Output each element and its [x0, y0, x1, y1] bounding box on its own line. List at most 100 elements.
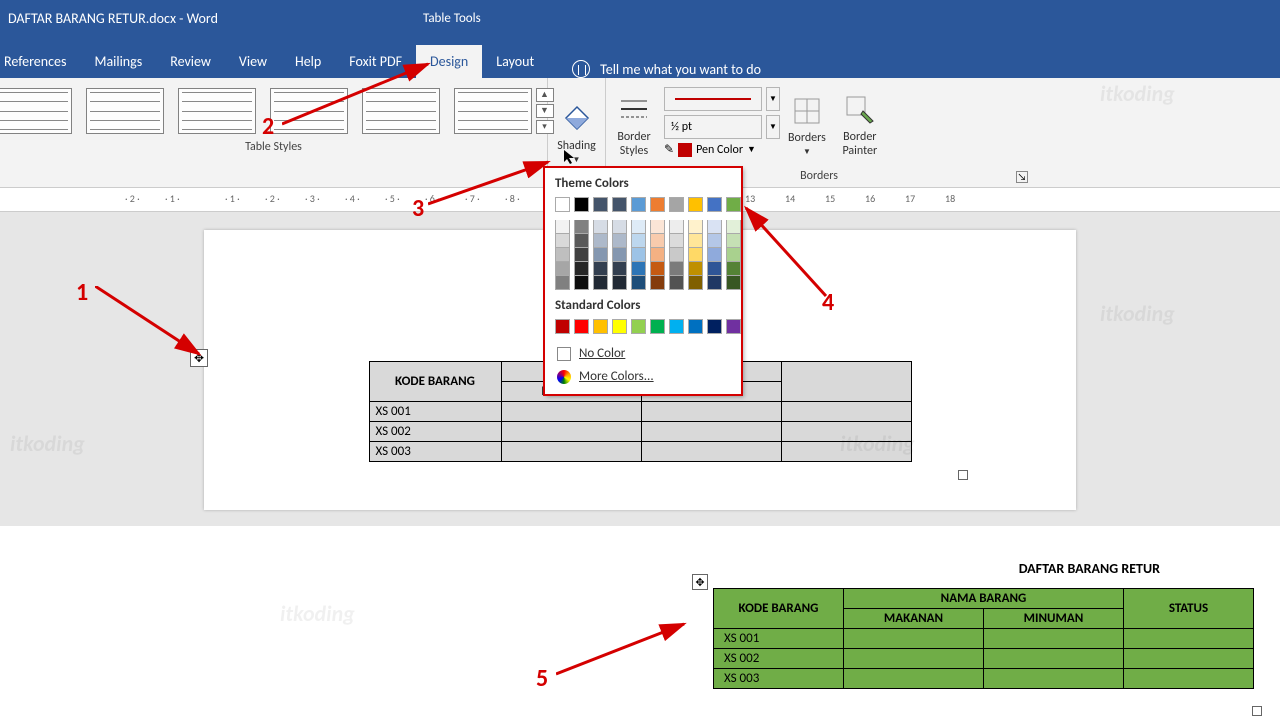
- color-swatch[interactable]: [707, 248, 722, 262]
- color-swatch[interactable]: [631, 220, 646, 234]
- color-swatch[interactable]: [631, 276, 646, 290]
- cell[interactable]: [641, 442, 781, 462]
- color-swatch[interactable]: [593, 220, 608, 234]
- color-swatch[interactable]: [726, 319, 741, 334]
- color-swatch[interactable]: [555, 262, 570, 276]
- color-swatch[interactable]: [669, 197, 684, 212]
- pen-color-selector[interactable]: ✎ Pen Color ▼: [664, 142, 756, 157]
- color-swatch[interactable]: [612, 234, 627, 248]
- color-swatch[interactable]: [593, 197, 608, 212]
- cell[interactable]: [781, 442, 911, 462]
- tab-mailings[interactable]: Mailings: [80, 45, 156, 78]
- color-swatch[interactable]: [555, 319, 570, 334]
- cell[interactable]: [1124, 629, 1254, 649]
- color-swatch[interactable]: [650, 248, 665, 262]
- color-swatch[interactable]: [555, 220, 570, 234]
- color-swatch[interactable]: [688, 197, 703, 212]
- border-style-selector[interactable]: ▼: [660, 84, 780, 114]
- color-swatch[interactable]: [726, 234, 741, 248]
- table-move-handle[interactable]: ✥: [190, 349, 208, 367]
- color-swatch[interactable]: [574, 220, 589, 234]
- color-swatch[interactable]: [707, 234, 722, 248]
- color-swatch[interactable]: [707, 197, 722, 212]
- color-swatch[interactable]: [650, 197, 665, 212]
- color-swatch[interactable]: [650, 319, 665, 334]
- color-swatch[interactable]: [555, 248, 570, 262]
- preview-move-handle[interactable]: ✥: [692, 574, 708, 590]
- color-swatch[interactable]: [669, 319, 684, 334]
- cell[interactable]: [501, 402, 641, 422]
- cell[interactable]: [844, 649, 984, 669]
- color-swatch[interactable]: [555, 234, 570, 248]
- borders-button[interactable]: Borders ▼: [780, 80, 834, 169]
- th-kode[interactable]: KODE BARANG: [714, 589, 844, 629]
- color-swatch[interactable]: [726, 276, 741, 290]
- color-swatch[interactable]: [574, 276, 589, 290]
- cell[interactable]: XS 003: [369, 442, 501, 462]
- table-style-swatch[interactable]: [86, 88, 164, 134]
- th-status[interactable]: [781, 362, 911, 402]
- color-swatch[interactable]: [688, 234, 703, 248]
- border-weight-selector[interactable]: ½ pt▼: [660, 114, 780, 140]
- cell[interactable]: [1124, 669, 1254, 689]
- color-swatch[interactable]: [688, 276, 703, 290]
- color-swatch[interactable]: [688, 319, 703, 334]
- color-swatch[interactable]: [574, 197, 589, 212]
- th-makanan[interactable]: MAKANAN: [844, 609, 984, 629]
- color-swatch[interactable]: [574, 234, 589, 248]
- tab-layout[interactable]: Layout: [482, 45, 548, 78]
- tab-design[interactable]: Design: [416, 45, 482, 78]
- color-swatch[interactable]: [688, 262, 703, 276]
- table-style-swatch[interactable]: [270, 88, 348, 134]
- color-swatch[interactable]: [574, 262, 589, 276]
- color-swatch[interactable]: [688, 220, 703, 234]
- tell-me[interactable]: Tell me what you want to do: [548, 60, 761, 78]
- color-swatch[interactable]: [669, 234, 684, 248]
- color-swatch[interactable]: [574, 248, 589, 262]
- color-swatch[interactable]: [612, 197, 627, 212]
- color-swatch[interactable]: [612, 220, 627, 234]
- tab-help[interactable]: Help: [281, 45, 335, 78]
- cell[interactable]: [501, 422, 641, 442]
- border-styles-button[interactable]: Border Styles: [608, 80, 660, 169]
- color-swatch[interactable]: [726, 197, 741, 212]
- tab-view[interactable]: View: [225, 45, 281, 78]
- color-swatch[interactable]: [669, 220, 684, 234]
- color-swatch[interactable]: [555, 197, 570, 212]
- cell[interactable]: [781, 402, 911, 422]
- color-swatch[interactable]: [612, 262, 627, 276]
- color-swatch[interactable]: [593, 319, 608, 334]
- color-swatch[interactable]: [574, 319, 589, 334]
- preview-table[interactable]: KODE BARANG NAMA BARANG STATUS MAKANAN M…: [713, 588, 1254, 689]
- color-swatch[interactable]: [707, 276, 722, 290]
- color-swatch[interactable]: [612, 319, 627, 334]
- cell[interactable]: XS 001: [369, 402, 501, 422]
- color-swatch[interactable]: [593, 234, 608, 248]
- color-swatch[interactable]: [688, 248, 703, 262]
- color-swatch[interactable]: [593, 262, 608, 276]
- table-style-swatch[interactable]: [178, 88, 256, 134]
- color-swatch[interactable]: [650, 234, 665, 248]
- color-swatch[interactable]: [650, 276, 665, 290]
- table-resize-handle[interactable]: [958, 470, 968, 480]
- cell[interactable]: XS 003: [714, 669, 844, 689]
- color-swatch[interactable]: [612, 248, 627, 262]
- color-swatch[interactable]: [726, 220, 741, 234]
- cell[interactable]: [781, 422, 911, 442]
- table-style-swatch[interactable]: [0, 88, 72, 134]
- color-swatch[interactable]: [669, 276, 684, 290]
- cell[interactable]: [984, 629, 1124, 649]
- color-swatch[interactable]: [555, 276, 570, 290]
- cell[interactable]: [984, 649, 1124, 669]
- no-color-item[interactable]: No Color: [555, 342, 731, 365]
- more-colors-item[interactable]: More Colors...: [555, 365, 731, 388]
- dialog-launcher-icon[interactable]: ↘: [1016, 171, 1028, 183]
- th-nama[interactable]: NAMA BARANG: [844, 589, 1124, 609]
- cell[interactable]: [641, 422, 781, 442]
- color-swatch[interactable]: [631, 262, 646, 276]
- tab-foxit[interactable]: Foxit PDF: [335, 45, 416, 78]
- cell[interactable]: XS 002: [369, 422, 501, 442]
- cell[interactable]: [501, 442, 641, 462]
- border-painter-button[interactable]: Border Painter: [834, 80, 886, 169]
- table-style-swatch[interactable]: [454, 88, 532, 134]
